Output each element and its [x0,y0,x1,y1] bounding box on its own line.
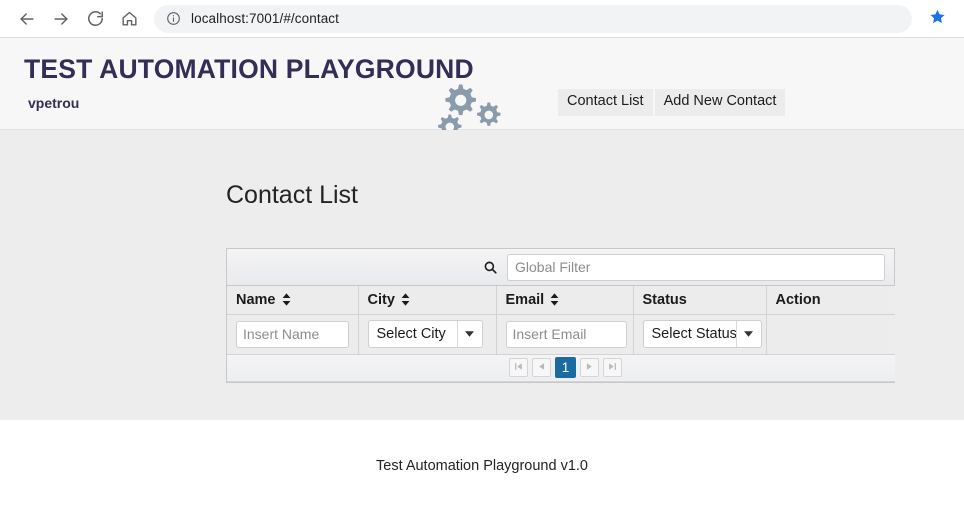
arrow-left-icon [17,9,37,29]
home-icon [120,9,139,28]
city-filter-value: Select City [376,326,446,342]
page-first-icon [514,362,523,374]
browser-toolbar: localhost:7001/#/contact [0,0,964,37]
nav-add-new-contact[interactable]: Add New Contact [654,89,786,116]
url-text: localhost:7001/#/contact [191,11,339,26]
column-label-action: Action [775,291,821,308]
info-circle-icon[interactable] [166,11,181,26]
column-header-action: Action [766,286,895,315]
contact-list-table-card: Name City [226,248,895,383]
table-header-row: Name City Email Status Action [227,286,895,315]
sort-updown-icon[interactable] [282,293,291,306]
column-header-status: Status [633,286,767,315]
filter-cell-city: Select City [358,314,497,355]
column-header-name[interactable]: Name [227,286,359,315]
bookmark-button[interactable] [920,5,954,33]
page-last-button[interactable] [603,358,622,377]
name-filter-input[interactable] [236,320,349,348]
sort-updown-icon[interactable] [401,293,410,306]
pagination: 1 [236,355,895,381]
brand-subtitle: vpetrou [28,94,80,111]
page-title: TEST AUTOMATION PLAYGROUND [24,54,474,84]
reload-icon [86,9,105,28]
home-button[interactable] [112,2,146,36]
column-header-city[interactable]: City [358,286,497,315]
filter-row: Select City Select Status [227,314,895,355]
city-filter-dropdown[interactable]: Select City [367,320,483,348]
contacts-table: Name City Email Status Action Insert Nam… [227,286,895,382]
status-filter-value: Select Status [651,326,737,342]
pagination-row: 1 [227,354,895,382]
page-number-1[interactable]: 1 [555,357,576,378]
main-nav: Contact List Add New Contact [558,89,786,116]
page-first-button[interactable] [509,358,528,377]
page-last-icon [608,362,617,374]
column-label-status: Status [642,291,687,308]
page-next-icon [585,362,594,374]
content-area: Contact List Name [0,130,964,420]
column-header-email[interactable]: Email [496,286,634,315]
page-prev-icon [537,362,546,374]
reload-button[interactable] [78,2,112,36]
search-icon[interactable] [483,260,498,275]
contact-list-heading: Contact List [226,181,359,209]
page-next-button[interactable] [580,358,599,377]
footer-text: Test Automation Playground v1.0 [376,458,588,474]
filter-cell-action [766,314,895,355]
address-bar[interactable]: localhost:7001/#/contact [154,4,912,33]
global-filter-bar [227,249,894,286]
back-button[interactable] [10,2,44,36]
status-filter-dropdown[interactable]: Select Status [642,320,762,348]
filter-cell-name [227,314,359,355]
brand-block: TEST AUTOMATION PLAYGROUND vpetrou [0,38,474,111]
site-header: TEST AUTOMATION PLAYGROUND vpetrou Conta… [0,38,964,138]
column-label-city: City [367,291,395,308]
star-filled-icon [929,8,946,30]
page-prev-button[interactable] [532,358,551,377]
global-filter-input[interactable] [507,253,885,281]
caret-down-icon[interactable] [735,321,761,347]
email-filter-input[interactable] [505,320,627,348]
nav-contact-list[interactable]: Contact List [558,89,653,116]
arrow-right-icon [51,9,71,29]
pagination-cell: 1 [227,354,895,382]
page-footer: Test Automation Playground v1.0 [0,420,964,505]
caret-down-icon[interactable] [456,321,482,347]
filter-cell-email [496,314,634,355]
column-label-name: Name [236,291,276,308]
page-body: TEST AUTOMATION PLAYGROUND vpetrou Conta… [0,38,964,505]
sort-updown-icon[interactable] [550,293,559,306]
column-label-email: Email [505,291,545,308]
filter-cell-status: Select Status [633,314,767,355]
forward-button[interactable] [44,2,78,36]
